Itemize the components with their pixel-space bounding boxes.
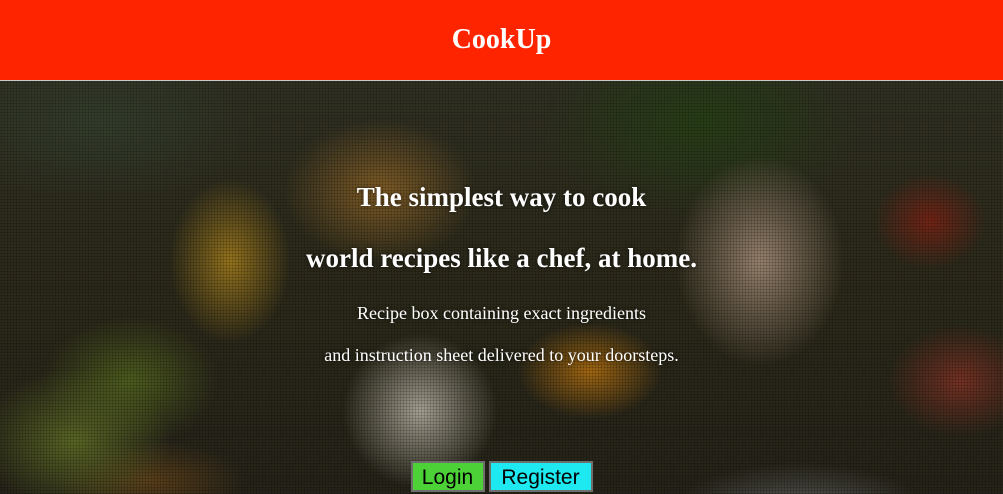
page: CookUp The simplest way to cook world re…	[0, 0, 1003, 494]
auth-buttons: Login Register	[0, 461, 1003, 492]
hero-description-line1: Recipe box containing exact ingredients	[357, 303, 646, 323]
hero-description-line2: and instruction sheet delivered to your …	[324, 345, 679, 365]
brand-title: CookUp	[451, 24, 552, 55]
hero-dot-overlay	[0, 81, 1003, 494]
login-button[interactable]: Login	[410, 461, 485, 492]
hero-background-image	[0, 81, 1003, 494]
hero-heading-line1: The simplest way to cook	[356, 182, 647, 212]
register-button[interactable]: Register	[488, 461, 593, 492]
header-bar: CookUp	[0, 0, 1003, 81]
hero-section: The simplest way to cook world recipes l…	[0, 81, 1003, 494]
hero-heading-line2: world recipes like a chef, at home.	[306, 243, 697, 273]
